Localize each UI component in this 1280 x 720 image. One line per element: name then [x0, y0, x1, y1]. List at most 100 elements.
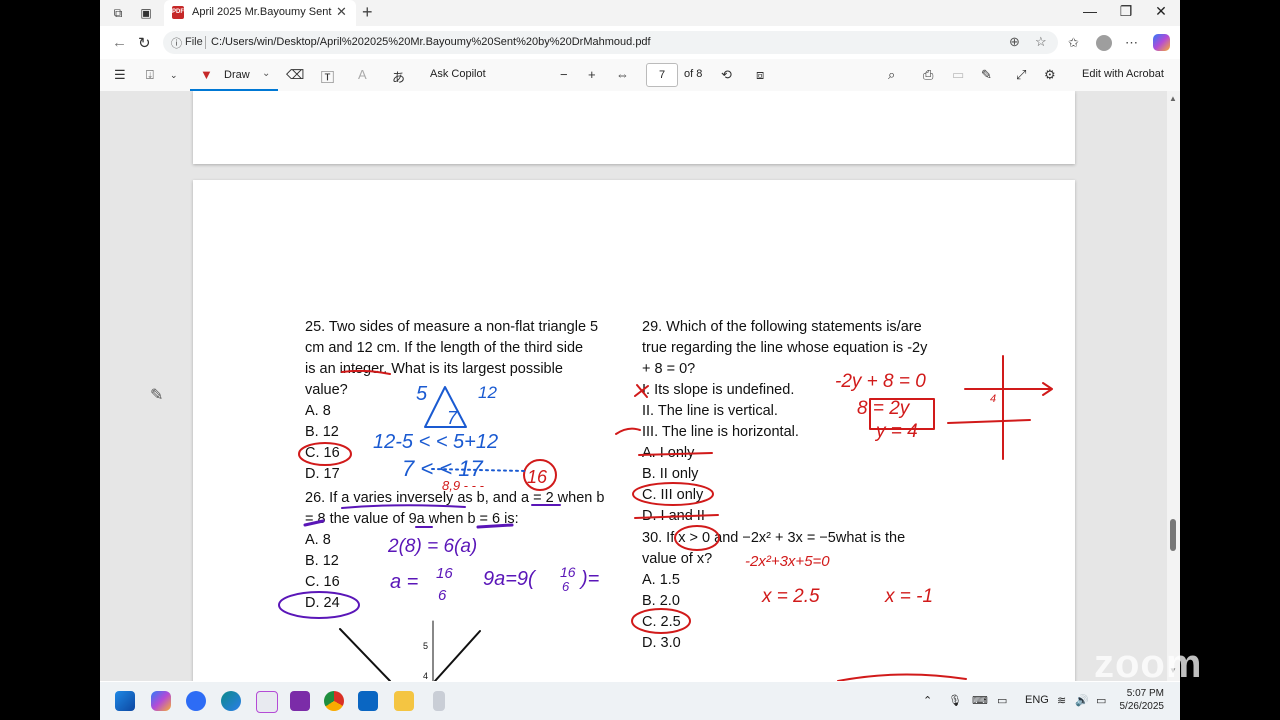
graph-tick-label: 4 [423, 671, 428, 681]
zoom-icon[interactable]: ⊕ [1009, 34, 1020, 50]
annotation-text: -2y + 8 = 0 [835, 371, 926, 392]
wifi-icon[interactable]: ≋ [1057, 694, 1066, 707]
language-indicator[interactable]: ENG [1025, 694, 1049, 706]
graph-horizontal-line [947, 419, 1031, 424]
save-as-icon[interactable]: ✎ [981, 67, 992, 83]
back-icon[interactable]: ← [112, 34, 127, 51]
annotation-text: 8 = 2y [857, 398, 911, 419]
eraser-icon[interactable]: ⌫ [286, 67, 304, 83]
ask-copilot-button[interactable]: Ask Copilot [430, 68, 486, 80]
onenote-icon[interactable] [290, 691, 310, 711]
annotation-text: 7 [447, 408, 458, 428]
zoom-in-icon[interactable]: + [588, 67, 596, 82]
search-icon[interactable]: ⌕ [888, 67, 895, 83]
annotation-text: 4 [990, 393, 996, 405]
scroll-thumb[interactable] [1170, 519, 1176, 551]
divider [205, 36, 206, 49]
keyboard-icon[interactable]: ⌨ [972, 694, 988, 707]
annotation-text: 16 [560, 564, 576, 580]
annotation-text: x = -1 [884, 586, 933, 607]
tab-pdf[interactable]: PDF April 2025 Mr.Bayoumy Sent by D ✕ [164, 0, 356, 26]
snipping-tool-icon[interactable] [256, 691, 278, 713]
rotate-icon[interactable]: ⟲ [721, 67, 732, 83]
annotation-text: x = 2.5 [761, 586, 820, 607]
highlight-icon[interactable]: ⍗ [146, 67, 154, 83]
url-text[interactable]: C:/Users/win/Desktop/April%202025%20Mr.B… [211, 36, 651, 48]
annotation-text: 5 [416, 383, 428, 405]
graph-tick-label: 5 [423, 641, 428, 651]
battery-icon[interactable]: ▭ [1096, 694, 1106, 707]
address-bar-row: ← ↻ ⓘ File C:/Users/win/Desktop/April%20… [100, 26, 1180, 59]
workspaces-icon[interactable]: ⧉ [110, 5, 126, 21]
file-explorer-icon[interactable] [394, 691, 414, 711]
underline-b8 [303, 519, 325, 527]
cross-mark [634, 384, 649, 398]
vertical-scrollbar[interactable]: ▲ ▼ [1167, 91, 1180, 681]
handwritten-annotations: 5 12 7 12-5 < < 5+12 7 < < 17 8,9 - - - … [278, 355, 1053, 681]
refresh-icon[interactable]: ↻ [138, 34, 151, 52]
annotation-text: 2(8) = 6(a) [387, 536, 477, 557]
annotation-text: -2x²+3x+5=0 [745, 553, 830, 570]
minimize-icon[interactable]: — [1075, 3, 1105, 19]
highlight-chevron-icon[interactable]: ⌄ [170, 70, 178, 81]
q29-answer-circle [632, 482, 714, 506]
page-number-input[interactable]: 7 [646, 63, 678, 87]
settings-gear-icon[interactable]: ⚙ [1044, 67, 1056, 83]
tab-close-icon[interactable]: ✕ [336, 4, 347, 20]
display-icon[interactable]: ▭ [997, 694, 1007, 707]
clock-time: 5:07 PM [1126, 688, 1164, 699]
zoom-watermark: zoom [1094, 642, 1203, 686]
print-icon[interactable]: ⎙ [923, 67, 933, 83]
arrow-mark [615, 427, 641, 435]
contents-icon[interactable]: ☰ [114, 67, 126, 83]
more-menu-icon[interactable]: ⋯ [1125, 35, 1138, 51]
window-close-icon[interactable]: ✕ [1146, 3, 1176, 20]
annotation-text: 9a=9( [483, 568, 537, 590]
zoom-app-icon[interactable] [186, 691, 206, 711]
text-box-icon[interactable]: 🅃 [321, 67, 334, 86]
copilot-icon[interactable] [1153, 34, 1170, 51]
favorites-icon[interactable]: ✩ [1068, 35, 1079, 51]
edit-with-acrobat-button[interactable]: Edit with Acrobat [1082, 68, 1164, 80]
annotation-text: y = 4 [874, 421, 918, 442]
taskbar: ⌃ 🎙 ⌨ ▭ ENG ≋ 🔊 ▭ 5:07 PM 5/26/2025 [100, 682, 1180, 720]
pdf-viewer[interactable]: 25. Two sides of measure a non-flat tria… [100, 91, 1180, 681]
draw-chevron-icon[interactable]: ⌄ [262, 68, 270, 79]
usb-device-icon[interactable] [433, 691, 445, 711]
microphone-icon[interactable]: 🎙 [948, 694, 962, 707]
favorite-star-icon[interactable]: ☆ [1035, 34, 1047, 50]
chrome-icon[interactable] [324, 691, 344, 711]
translate-icon[interactable]: あ [392, 67, 405, 86]
page-view-icon[interactable]: ⧈ [756, 67, 764, 83]
q30-answer-circle [631, 608, 691, 634]
profile-avatar[interactable] [1096, 35, 1112, 51]
word-icon[interactable] [358, 691, 378, 711]
underline-b6 [476, 523, 514, 529]
new-tab-icon[interactable]: + [362, 2, 373, 23]
tab-actions-icon[interactable]: ▣ [138, 5, 154, 21]
annotation-text: )= [579, 568, 599, 590]
start-button-icon[interactable] [115, 691, 135, 711]
maximize-icon[interactable]: ❐ [1111, 3, 1141, 20]
annotation-text: 16 [436, 565, 453, 582]
volume-icon[interactable]: 🔊 [1075, 694, 1089, 707]
tray-chevron-icon[interactable]: ⌃ [923, 694, 932, 707]
fullscreen-icon[interactable]: ⤢ [1016, 67, 1026, 83]
draw-button[interactable]: ▼ Draw ⌄ [190, 61, 278, 91]
clock[interactable]: 5:07 PM 5/26/2025 [1120, 687, 1165, 713]
annotation-text: 16 [527, 467, 548, 487]
annotation-text: 6 [438, 587, 447, 604]
save-icon[interactable]: ▭ [952, 67, 964, 83]
edge-browser-icon[interactable] [221, 691, 241, 711]
pdf-toolbar: ☰ ⍗ ⌄ ▼ Draw ⌄ ⌫ 🅃 A あ Ask Copilot − + ⇔… [100, 59, 1180, 92]
fit-page-icon[interactable]: ⇔ [616, 67, 629, 82]
tab-bar: ⧉ ▣ PDF April 2025 Mr.Bayoumy Sent by D … [100, 0, 1180, 26]
scroll-up-icon[interactable]: ▲ [1169, 94, 1177, 103]
address-bar[interactable]: ⓘ File C:/Users/win/Desktop/April%202025… [163, 31, 1058, 54]
copilot-taskbar-icon[interactable] [151, 691, 171, 711]
draw-pen-icon: ▼ [200, 67, 213, 82]
read-aloud-icon[interactable]: A [358, 67, 367, 82]
page-total: of 8 [684, 68, 703, 80]
annotation-text: 12-5 < < 5+12 [373, 431, 498, 453]
zoom-out-icon[interactable]: − [560, 67, 568, 82]
